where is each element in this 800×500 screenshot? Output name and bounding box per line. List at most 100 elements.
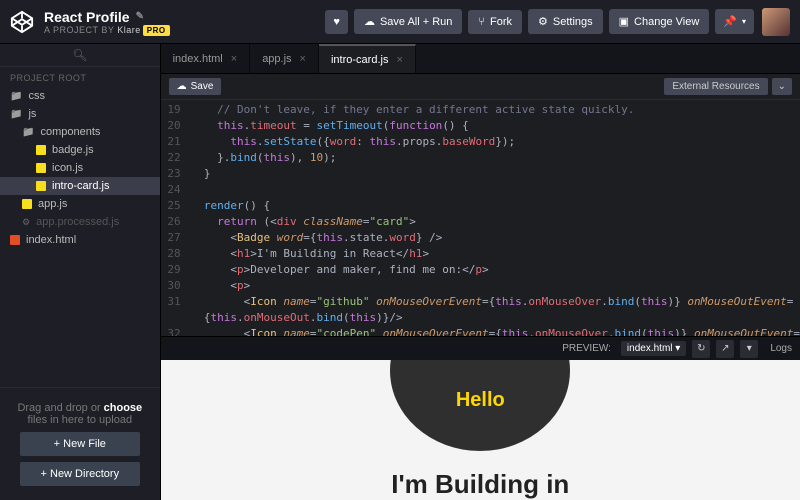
code-text: <p>Developer and maker, find me on:</p> [191, 262, 489, 278]
js-file-icon [36, 145, 46, 155]
save-button[interactable]: ☁Save [169, 78, 222, 95]
code-text: this.setState({word: this.props.baseWord… [191, 134, 516, 150]
chevron-down-icon: ▾ [742, 17, 746, 26]
file-tree-item[interactable]: components [0, 123, 160, 141]
code-line[interactable]: 24 [161, 182, 800, 198]
close-icon[interactable]: × [231, 53, 237, 65]
file-label: js [28, 108, 36, 120]
editor-tab[interactable]: app.js × [250, 44, 319, 73]
close-icon[interactable]: × [300, 53, 306, 65]
file-label: app.js [38, 198, 67, 210]
search-button[interactable]: 🔍︎ [0, 44, 160, 67]
file-tree-item[interactable]: intro-card.js [0, 177, 160, 195]
code-editor[interactable]: 19 // Don't leave, if they enter a diffe… [161, 100, 800, 336]
code-line[interactable]: 26 return (<div className="card"> [161, 214, 800, 230]
line-number: 26 [161, 214, 191, 230]
file-label: index.html [26, 234, 76, 246]
cloud-icon: ☁ [364, 15, 375, 28]
code-line[interactable]: {this.onMouseOut.bind(this)}/> [161, 310, 800, 326]
code-line[interactable]: 30 <p> [161, 278, 800, 294]
chevron-down-icon: ⌄ [778, 81, 786, 92]
code-line[interactable]: 20 this.timeout = setTimeout(function() … [161, 118, 800, 134]
code-line[interactable]: 23 } [161, 166, 800, 182]
line-number: 22 [161, 150, 191, 166]
gear-icon: ⚙ [538, 15, 548, 28]
popout-icon: ↗ [721, 343, 729, 354]
file-tree-item[interactable]: app.processed.js [0, 213, 160, 231]
code-line[interactable]: 21 this.setState({word: this.props.baseW… [161, 134, 800, 150]
code-line[interactable]: 27 <Badge word={this.state.word} /> [161, 230, 800, 246]
heart-button[interactable]: ♥ [325, 10, 348, 34]
tab-label: app.js [262, 53, 291, 65]
code-text: <Badge word={this.state.word} /> [191, 230, 443, 246]
new-directory-button[interactable]: + New Directory [20, 462, 140, 486]
collapse-button[interactable]: ▾ [740, 340, 758, 358]
logs-button[interactable]: Logs [770, 343, 792, 354]
code-line[interactable]: 29 <p>Developer and maker, find me on:</… [161, 262, 800, 278]
line-number: 25 [161, 198, 191, 214]
code-line[interactable]: 25 render() { [161, 198, 800, 214]
code-text: <p> [191, 278, 251, 294]
js-file-icon [36, 163, 46, 173]
code-line[interactable]: 19 // Don't leave, if they enter a diffe… [161, 102, 800, 118]
project-title[interactable]: React Profile ✎ [44, 9, 170, 25]
pin-button[interactable]: 📌▾ [715, 9, 754, 34]
code-text: // Don't leave, if they enter a differen… [191, 102, 635, 118]
preview-pane: Hello I'm Building in [161, 360, 800, 500]
preview-file-select[interactable]: index.html ▾ [621, 341, 686, 356]
file-label: components [40, 126, 100, 138]
line-number: 19 [161, 102, 191, 118]
file-tree-item[interactable]: index.html [0, 231, 160, 249]
new-file-button[interactable]: + New File [20, 432, 140, 456]
line-number: 27 [161, 230, 191, 246]
edit-icon[interactable]: ✎ [136, 11, 144, 22]
file-tree-item[interactable]: badge.js [0, 141, 160, 159]
code-line[interactable]: 28 <h1>I'm Building in React</h1> [161, 246, 800, 262]
file-label: app.processed.js [36, 216, 119, 228]
line-number: 32 [161, 326, 191, 336]
gear-icon [22, 216, 30, 228]
folder-icon [10, 90, 22, 102]
file-tree-item[interactable]: icon.js [0, 159, 160, 177]
external-resources-button[interactable]: External Resources [664, 78, 767, 95]
file-tree-item[interactable]: css [0, 87, 160, 105]
js-file-icon [22, 199, 32, 209]
line-number: 21 [161, 134, 191, 150]
close-icon[interactable]: × [396, 54, 402, 66]
file-tree-item[interactable]: app.js [0, 195, 160, 213]
code-text: return (<div className="card"> [191, 214, 416, 230]
line-number: 28 [161, 246, 191, 262]
change-view-button[interactable]: ▣Change View [609, 9, 710, 34]
editor-toolbar: ☁Save External Resources ⌄ [161, 74, 800, 100]
file-label: intro-card.js [52, 180, 109, 192]
file-tree-item[interactable]: js [0, 105, 160, 123]
editor-tab[interactable]: intro-card.js× [319, 44, 416, 73]
code-text: } [191, 166, 211, 182]
code-text: <h1>I'm Building in React</h1> [191, 246, 429, 262]
code-line[interactable]: 31 <Icon name="github" onMouseOverEvent=… [161, 294, 800, 310]
user-avatar[interactable] [762, 8, 790, 36]
popout-button[interactable]: ↗ [716, 340, 734, 358]
editor-tab[interactable]: index.html× [161, 44, 251, 73]
author-link[interactable]: Klare [117, 25, 141, 35]
refresh-button[interactable]: ↻ [692, 340, 710, 358]
file-tree: css js components badge.js icon.js intro-card… [0, 87, 160, 387]
external-chevron-button[interactable]: ⌄ [772, 78, 792, 95]
preview-label: PREVIEW: [562, 343, 611, 354]
file-label: badge.js [52, 144, 94, 156]
file-sidebar: 🔍︎ PROJECT ROOT css js components badge.js i… [0, 44, 161, 500]
save-all-run-button[interactable]: ☁Save All + Run [354, 9, 462, 34]
codepen-logo-icon [10, 10, 34, 34]
html-file-icon [10, 235, 20, 245]
choose-link[interactable]: choose [104, 402, 143, 414]
fork-button[interactable]: ⑂Fork [468, 10, 522, 34]
drop-zone[interactable]: Drag and drop or choose files in here to… [0, 387, 160, 500]
search-icon: 🔍︎ [72, 48, 87, 62]
project-title-text: React Profile [44, 9, 130, 25]
code-line[interactable]: 32 <Icon name="codePen" onMouseOverEvent… [161, 326, 800, 336]
project-root-label: PROJECT ROOT [0, 67, 160, 87]
line-number: 29 [161, 262, 191, 278]
settings-button[interactable]: ⚙Settings [528, 9, 603, 34]
code-line[interactable]: 22 }.bind(this), 10); [161, 150, 800, 166]
code-text: }.bind(this), 10); [191, 150, 337, 166]
